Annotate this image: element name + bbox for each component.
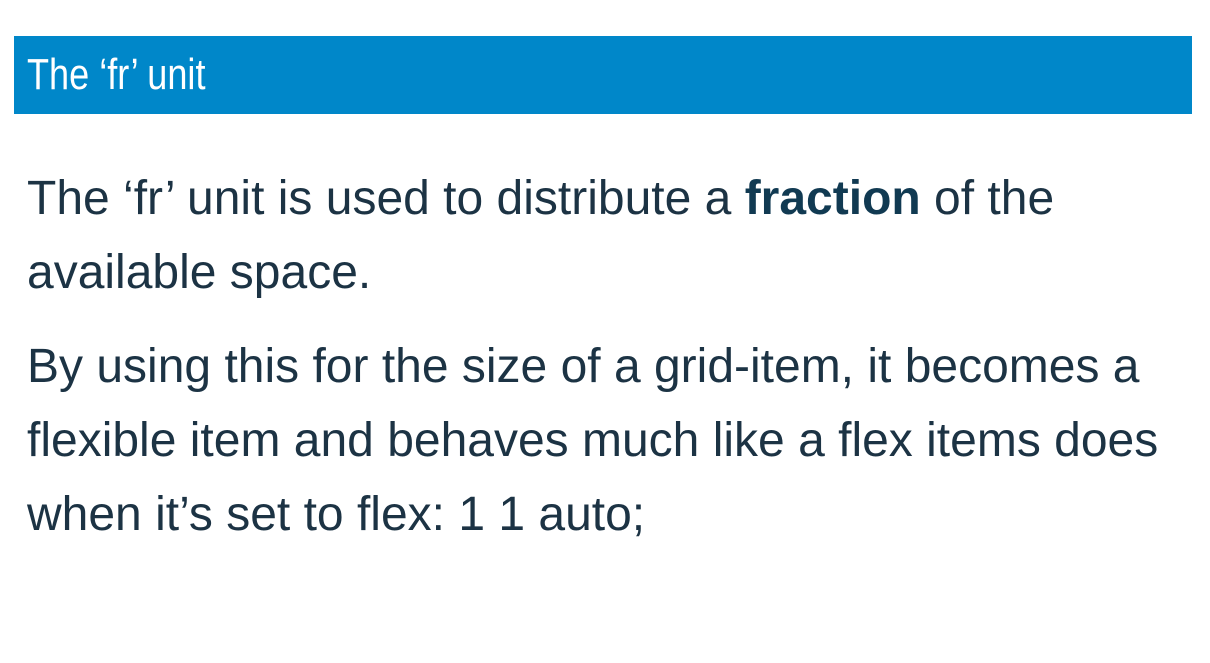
slide-content: The ‘fr’ unit is used to distribute a fr… (27, 162, 1187, 572)
paragraph-fraction: The ‘fr’ unit is used to distribute a fr… (27, 162, 1187, 310)
slide: The ‘fr’ unit The ‘fr’ unit is used to d… (0, 0, 1210, 663)
paragraph-flexible-item: By using this for the size of a grid-ite… (27, 340, 1159, 541)
slide-title: The ‘fr’ unit (27, 50, 206, 99)
fraction-emphasis: fraction (744, 172, 921, 225)
title-bar: The ‘fr’ unit (14, 36, 1192, 114)
paragraph-fraction-before: The ‘fr’ unit is used to distribute a (27, 172, 745, 225)
